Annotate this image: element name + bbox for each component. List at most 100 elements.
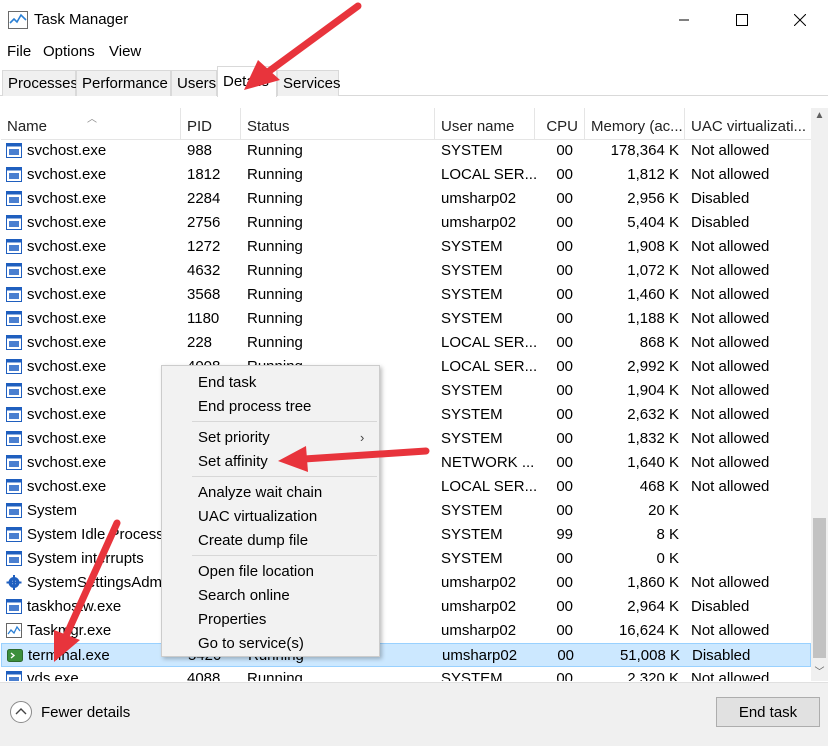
table-row[interactable]: System SYSTEM 00 20 K: [1, 499, 811, 523]
tab-users[interactable]: Users: [171, 70, 217, 96]
table-row[interactable]: svchost.exe NETWORK ... 00 1,640 K Not allow…: [1, 451, 811, 475]
cell-name: System Idle Process: [27, 526, 164, 543]
table-row[interactable]: terminal.exe5420Runningumsharp020051,008…: [1, 643, 811, 667]
ctx-properties[interactable]: Properties: [162, 608, 379, 632]
column-header-cpu[interactable]: CPU: [535, 108, 585, 140]
column-header-user-name[interactable]: User name: [435, 108, 535, 140]
cell-memory: 16,624 K: [618, 622, 679, 639]
table-row[interactable]: svchost.exe 2756 Running umsharp02 00 5,404 K…: [1, 211, 811, 235]
menu-file[interactable]: File: [7, 43, 31, 60]
cell-memory: 5,404 K: [627, 214, 679, 231]
ctx-search-online[interactable]: Search online: [162, 584, 379, 608]
cell-name: svchost.exe: [27, 286, 107, 303]
column-header-uac[interactable]: UAC virtualizati...: [685, 108, 811, 140]
cell-cpu: 00: [557, 647, 574, 664]
cell-user: SYSTEM: [441, 310, 503, 327]
table-row[interactable]: svchost.exe SYSTEM 00 1,832 K Not allowed: [1, 427, 811, 451]
service-host-icon: [6, 287, 22, 302]
tab-details[interactable]: Details: [217, 66, 277, 97]
service-host-icon: [6, 191, 22, 206]
ctx-analyze-wait-chain[interactable]: Analyze wait chain: [162, 481, 379, 505]
table-row[interactable]: svchost.exe 988 Running SYSTEM 00 178,364 K No…: [1, 139, 811, 163]
ctx-uac-virtualization[interactable]: UAC virtualization: [162, 505, 379, 529]
table-row[interactable]: vds.exe 4088 Running SYSTEM 00 2,320 K Not all…: [1, 667, 811, 681]
table-row[interactable]: svchost.exe 3568 Running SYSTEM 00 1,460 K Not…: [1, 283, 811, 307]
table-row[interactable]: svchost.exe 1812 Running LOCAL SER... 00 1,81…: [1, 163, 811, 187]
cell-cpu: 00: [556, 406, 573, 423]
fewer-details-link[interactable]: Fewer details: [41, 704, 130, 721]
table-row[interactable]: svchost.exe 4632 Running SYSTEM 00 1,072 K Not…: [1, 259, 811, 283]
ctx-end-process-tree[interactable]: End process tree: [162, 395, 379, 419]
table-row[interactable]: svchost.exe 1180 Running SYSTEM 00 1,188 K Not…: [1, 307, 811, 331]
cell-status: Running: [247, 214, 303, 231]
ctx-create-dump-file[interactable]: Create dump file: [162, 529, 379, 553]
cell-name: svchost.exe: [27, 334, 107, 351]
cell-cpu: 00: [556, 166, 573, 183]
tab-performance[interactable]: Performance: [76, 70, 171, 96]
menu-view[interactable]: View: [109, 43, 141, 60]
tab-processes[interactable]: Processes: [2, 70, 78, 96]
service-host-icon: [6, 527, 22, 542]
table-row[interactable]: taskhostw.exe umsharp02 00 2,964 K Disabled: [1, 595, 811, 619]
table-row[interactable]: svchost.exe LOCAL SER... 00 468 K Not allowe…: [1, 475, 811, 499]
ctx-set-priority[interactable]: Set priority: [162, 426, 379, 450]
cell-memory: 1,860 K: [627, 574, 679, 591]
cell-name: terminal.exe: [28, 647, 110, 664]
end-task-button[interactable]: End task: [716, 697, 820, 727]
cell-status: Running: [247, 190, 303, 207]
cell-memory: 2,632 K: [627, 406, 679, 423]
table-row[interactable]: svchost.exe 228 Running LOCAL SER... 00 868 K…: [1, 331, 811, 355]
cell-memory: 2,964 K: [627, 598, 679, 615]
cell-pid: 1272: [187, 238, 221, 255]
cell-uac: Disabled: [691, 214, 750, 231]
column-header-memory[interactable]: Memory (ac...: [585, 108, 685, 140]
table-row[interactable]: SystemSettingsAdmi... umsharp02 00 1,860 K N…: [1, 571, 811, 595]
cell-cpu: 00: [556, 262, 573, 279]
cell-uac: Not allowed: [691, 382, 770, 399]
ctx-set-affinity[interactable]: Set affinity: [162, 450, 379, 474]
table-row[interactable]: svchost.exe 2284 Running umsharp02 00 2,956 K…: [1, 187, 811, 211]
cell-user: umsharp02: [441, 622, 517, 639]
details-table: Name ︿ PID Status User name CPU Memory (…: [1, 108, 811, 681]
cell-uac: Not allowed: [691, 166, 770, 183]
maximize-button[interactable]: [713, 0, 771, 40]
column-header-pid[interactable]: PID: [181, 108, 241, 140]
ctx-go-to-services[interactable]: Go to service(s): [162, 632, 379, 656]
table-row[interactable]: svchost.exe SYSTEM 00 1,904 K Not allowed: [1, 379, 811, 403]
menu-options[interactable]: Options: [43, 43, 95, 60]
cell-cpu: 99: [556, 526, 573, 543]
cell-uac: Not allowed: [691, 670, 770, 681]
cell-name: svchost.exe: [27, 382, 107, 399]
cell-pid: 1180: [187, 310, 220, 327]
cell-uac: Not allowed: [691, 310, 770, 327]
context-menu: End task End process tree Set priority ›…: [161, 365, 380, 657]
scroll-down-icon[interactable]: ﹀: [811, 663, 828, 679]
terminal-app-icon: [7, 649, 23, 662]
scroll-up-icon[interactable]: ▲: [811, 110, 828, 126]
table-row[interactable]: svchost.exe SYSTEM 00 2,632 K Not allowed: [1, 403, 811, 427]
collapse-chevron-icon[interactable]: [10, 701, 32, 723]
table-row[interactable]: Taskmgr.exe umsharp02 00 16,624 K Not allowe…: [1, 619, 811, 643]
table-row[interactable]: svchost.exe 1272 Running SYSTEM 00 1,908 K Not…: [1, 235, 811, 259]
cell-name: svchost.exe: [27, 238, 107, 255]
cell-cpu: 00: [556, 142, 573, 159]
table-row[interactable]: System Idle Process SYSTEM 99 8 K: [1, 523, 811, 547]
table-row[interactable]: System interrupts SYSTEM 00 0 K: [1, 547, 811, 571]
cell-user: umsharp02: [441, 574, 517, 591]
service-host-icon: [6, 359, 22, 374]
service-host-icon: [6, 263, 22, 278]
vertical-scrollbar[interactable]: ▲ ﹀: [811, 108, 828, 681]
column-header-status[interactable]: Status: [241, 108, 435, 140]
cell-status: Running: [247, 166, 303, 183]
minimize-button[interactable]: [655, 0, 713, 40]
scrollbar-thumb[interactable]: [813, 518, 826, 658]
tab-services[interactable]: Services: [277, 70, 341, 96]
column-header-cpu-label: CPU: [546, 118, 578, 135]
cell-memory: 1,908 K: [627, 238, 679, 255]
cell-pid: 4088: [187, 670, 221, 681]
close-button[interactable]: [771, 0, 828, 40]
ctx-end-task[interactable]: End task: [162, 371, 379, 395]
ctx-open-file-location[interactable]: Open file location: [162, 560, 379, 584]
table-row[interactable]: svchost.exe4008RunningLOCAL SER...002,99…: [1, 355, 811, 379]
cell-name: svchost.exe: [27, 214, 107, 231]
